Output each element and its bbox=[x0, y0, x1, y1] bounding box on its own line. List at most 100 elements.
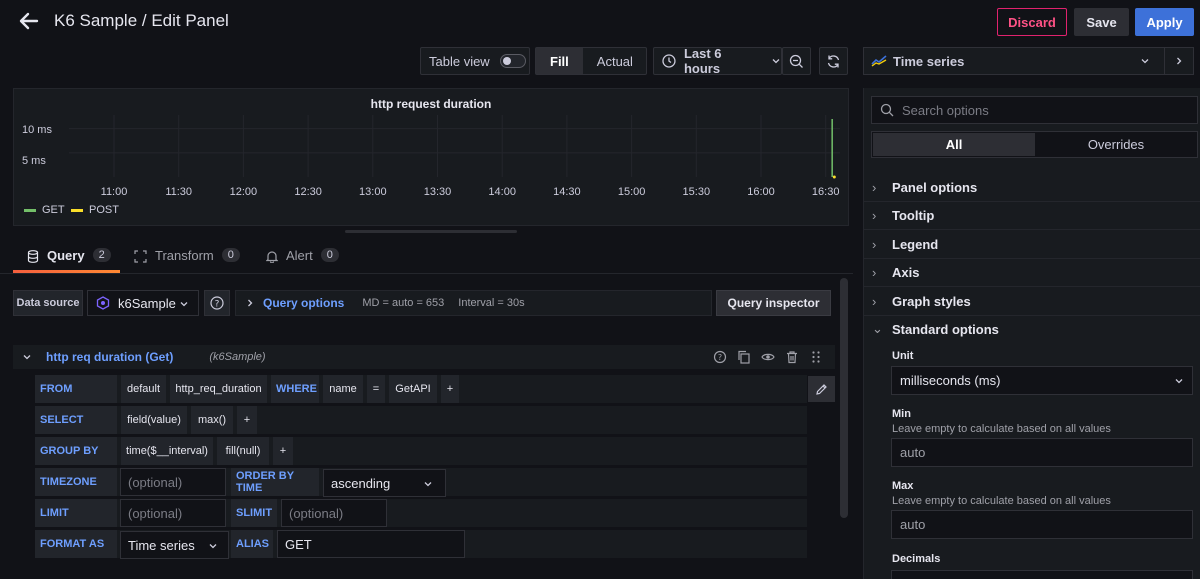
timezone-input[interactable]: (optional) bbox=[120, 468, 226, 496]
search-icon bbox=[880, 103, 894, 117]
min-input[interactable]: auto bbox=[891, 438, 1193, 467]
query-row-header[interactable]: http req duration (Get) (k6Sample) ? bbox=[13, 345, 835, 369]
query-options-bar[interactable]: Query options MD = auto = 653 Interval =… bbox=[235, 290, 712, 316]
tab-label: Query bbox=[47, 248, 85, 263]
table-view-switch[interactable] bbox=[499, 54, 526, 68]
chevron-right-icon: › bbox=[872, 264, 877, 280]
format-select[interactable]: Time series bbox=[120, 531, 229, 559]
fill-option[interactable]: Fill bbox=[536, 48, 583, 74]
discard-button[interactable]: Discard bbox=[997, 8, 1067, 36]
standard-options-section[interactable]: ⌄ Standard options bbox=[872, 319, 999, 339]
max-input[interactable]: auto bbox=[891, 510, 1193, 539]
overrides-tab[interactable]: Overrides bbox=[1035, 133, 1197, 156]
time-range-picker[interactable]: Last 6 hours bbox=[653, 46, 782, 76]
section-label: Tooltip bbox=[892, 207, 935, 223]
tab-alert[interactable]: Alert 0 bbox=[266, 248, 339, 274]
legend-section[interactable]: › Legend bbox=[872, 234, 938, 254]
pane-resize-handle[interactable] bbox=[345, 230, 517, 233]
add-group-by-button[interactable]: + bbox=[273, 437, 293, 465]
query-inspector-button[interactable]: Query inspector bbox=[716, 290, 831, 316]
add-condition-button[interactable]: + bbox=[441, 375, 459, 403]
min-description: Leave empty to calculate based on all va… bbox=[892, 423, 1111, 435]
time-series-icon bbox=[871, 55, 887, 67]
visualization-picker[interactable]: Time series bbox=[863, 47, 1165, 75]
max-label: Max bbox=[892, 480, 914, 492]
select-keyword: SELECT bbox=[35, 406, 117, 434]
chevron-down-icon bbox=[1141, 59, 1149, 64]
max-description: Leave empty to calculate based on all va… bbox=[892, 495, 1111, 507]
unit-select[interactable]: milliseconds (ms) bbox=[891, 366, 1193, 395]
graph-styles-section[interactable]: › Graph styles bbox=[872, 291, 971, 311]
group-by-keyword: GROUP BY bbox=[35, 437, 117, 465]
k6-logo-icon bbox=[96, 296, 110, 310]
legend-label: POST bbox=[89, 204, 119, 216]
section-divider bbox=[864, 201, 1200, 202]
retention-policy-segment[interactable]: default bbox=[121, 375, 166, 403]
add-select-button[interactable]: + bbox=[237, 406, 257, 434]
data-source-help-button[interactable]: ? bbox=[204, 290, 230, 316]
arrow-left-icon[interactable] bbox=[18, 10, 40, 32]
alias-input[interactable]: GET bbox=[277, 530, 465, 558]
limit-input[interactable]: (optional) bbox=[120, 499, 226, 527]
query-scrollbar[interactable] bbox=[840, 278, 848, 518]
tab-label: Alert bbox=[286, 248, 313, 263]
zoom-out-button[interactable] bbox=[782, 47, 811, 75]
search-placeholder: Search options bbox=[902, 102, 989, 118]
field-segment[interactable]: field(value) bbox=[121, 406, 187, 434]
table-view-toggle[interactable]: Table view bbox=[420, 47, 530, 75]
decimals-input[interactable] bbox=[891, 570, 1193, 579]
section-label: Legend bbox=[892, 236, 939, 252]
fill-segment[interactable]: fill(null) bbox=[217, 437, 269, 465]
unit-label: Unit bbox=[892, 350, 914, 362]
edit-raw-query-button[interactable] bbox=[808, 376, 835, 402]
section-label: Axis bbox=[892, 264, 920, 280]
tag-key-segment[interactable]: name bbox=[323, 375, 363, 403]
query-name[interactable]: http req duration (Get) bbox=[46, 350, 173, 364]
x-tick-label: 15:30 bbox=[682, 186, 711, 198]
data-source-picker[interactable]: k6Sample bbox=[87, 290, 199, 316]
search-options-input[interactable]: Search options bbox=[871, 96, 1198, 124]
apply-button[interactable]: Apply bbox=[1135, 8, 1194, 36]
format-row-fill bbox=[470, 530, 807, 558]
tab-transform[interactable]: Transform 0 bbox=[134, 248, 240, 274]
panel-options-section[interactable]: › Panel options bbox=[872, 177, 977, 197]
refresh-button[interactable] bbox=[819, 47, 848, 75]
save-button[interactable]: Save bbox=[1074, 8, 1129, 36]
limit-keyword: LIMIT bbox=[35, 499, 117, 527]
section-divider bbox=[864, 315, 1200, 316]
x-tick-label: 14:30 bbox=[553, 186, 581, 198]
legend-swatch bbox=[24, 208, 36, 212]
slimit-keyword: SLIMIT bbox=[231, 499, 277, 527]
drag-handle-icon[interactable] bbox=[809, 350, 823, 364]
legend-item-get[interactable]: GET bbox=[24, 204, 65, 216]
y-tick-label: 10 ms bbox=[22, 124, 52, 136]
data-source-label: Data source bbox=[13, 290, 83, 316]
chevron-down-icon bbox=[180, 302, 188, 307]
from-keyword: FROM bbox=[35, 375, 117, 403]
aggregation-segment[interactable]: max() bbox=[191, 406, 233, 434]
clock-icon bbox=[662, 54, 676, 68]
copy-icon[interactable] bbox=[737, 350, 751, 364]
interval-value: Interval = 30s bbox=[458, 297, 525, 309]
all-options-tab[interactable]: All bbox=[873, 133, 1035, 156]
group-by-time-segment[interactable]: time($__interval) bbox=[121, 437, 213, 465]
options-collapse-button[interactable] bbox=[1164, 47, 1194, 75]
order-select[interactable]: ascending bbox=[323, 469, 446, 497]
axis-section[interactable]: › Axis bbox=[872, 262, 919, 282]
tag-value-segment[interactable]: GetAPI bbox=[389, 375, 437, 403]
tooltip-section[interactable]: › Tooltip bbox=[872, 205, 934, 225]
chevron-right-icon bbox=[1177, 57, 1182, 65]
trash-icon[interactable] bbox=[785, 350, 799, 364]
operator-segment[interactable]: = bbox=[367, 375, 385, 403]
actual-option[interactable]: Actual bbox=[583, 48, 647, 74]
x-tick-label: 13:00 bbox=[359, 186, 387, 198]
max-data-points: MD = auto = 653 bbox=[362, 297, 445, 309]
legend-item-post[interactable]: POST bbox=[71, 204, 119, 216]
measurement-segment[interactable]: http_req_duration bbox=[170, 375, 267, 403]
tab-count-badge: 0 bbox=[221, 248, 240, 262]
eye-icon[interactable] bbox=[761, 350, 775, 364]
alias-keyword: ALIAS bbox=[231, 530, 273, 558]
chevron-down-icon[interactable] bbox=[22, 352, 32, 362]
question-circle-icon[interactable]: ? bbox=[713, 350, 727, 364]
slimit-input[interactable]: (optional) bbox=[281, 499, 387, 527]
